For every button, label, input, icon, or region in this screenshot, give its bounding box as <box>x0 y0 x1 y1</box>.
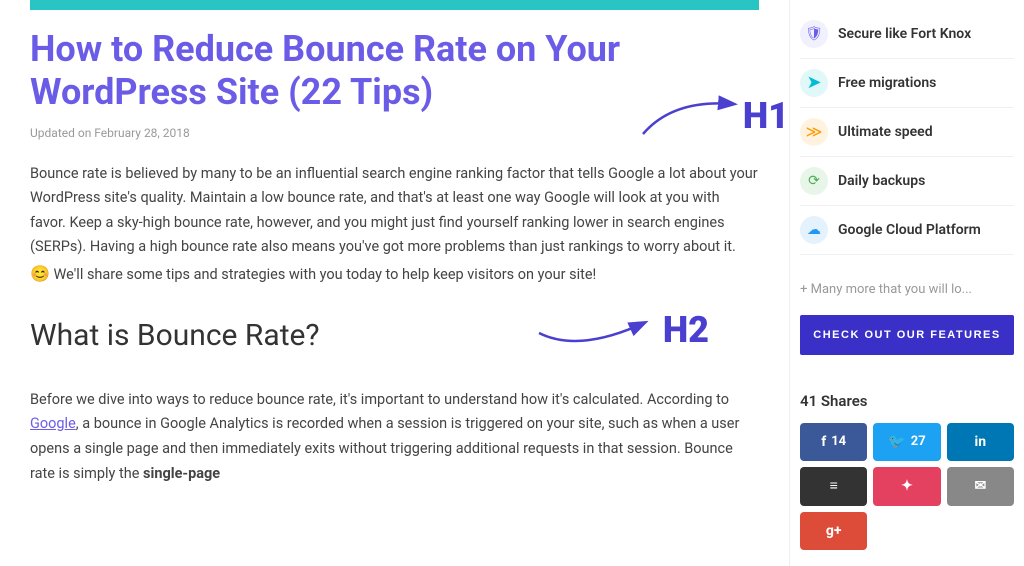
twitter-icon: 🐦 <box>888 431 905 453</box>
cta-button[interactable]: CHECK OUT OUR FEATURES <box>800 315 1014 355</box>
feature-list: 🛡 Secure like Fort Knox ➤ Free migration… <box>800 0 1014 270</box>
feature-item-migrations: ➤ Free migrations <box>800 59 1014 108</box>
speed-icon: ≫ <box>800 118 828 146</box>
feature-item-backups: ⟳ Daily backups <box>800 157 1014 206</box>
social-grid: f 14 🐦 27 in ≡ ✦ ✉ <box>800 423 1014 550</box>
main-content: How to Reduce Bounce Rate on Your WordPr… <box>0 0 789 566</box>
facebook-count: 14 <box>831 432 846 453</box>
stumble-icon: ✦ <box>901 475 913 497</box>
buffer-icon: ≡ <box>830 475 838 497</box>
buffer-button[interactable]: ≡ <box>800 467 867 505</box>
article-body-1: Bounce rate is believed by many to be an… <box>30 162 759 288</box>
stumble-button[interactable]: ✦ <box>873 467 940 505</box>
facebook-icon: f <box>821 431 826 453</box>
h2-annotation: H2 <box>529 302 709 360</box>
feature-item-secure: 🛡 Secure like Fort Knox <box>800 10 1014 59</box>
feature-label-migrations: Free migrations <box>838 72 936 94</box>
article-body-2: Before we dive into ways to reduce bounc… <box>30 388 759 487</box>
more-features-text: + Many more that you will lo... <box>800 270 1014 315</box>
feature-label-cloud: Google Cloud Platform <box>838 219 981 241</box>
h2-label: H2 <box>663 302 709 360</box>
h2-arrow-icon <box>529 303 659 358</box>
google-link[interactable]: Google <box>30 415 76 432</box>
sidebar: 🛡 Secure like Fort Knox ➤ Free migration… <box>789 0 1024 566</box>
email-button[interactable]: ✉ <box>947 467 1014 505</box>
feature-label-speed: Ultimate speed <box>838 121 933 143</box>
facebook-button[interactable]: f 14 <box>800 423 867 461</box>
linkedin-icon: in <box>975 431 987 453</box>
email-icon: ✉ <box>974 475 986 497</box>
h1-annotation: H1 <box>633 88 789 146</box>
top-bar-accent <box>30 0 759 10</box>
h1-label: H1 <box>743 88 789 146</box>
shares-section: 41 Shares f 14 🐦 27 in ≡ ✦ <box>800 379 1014 550</box>
feature-item-speed: ≫ Ultimate speed <box>800 108 1014 157</box>
gplus-icon: g+ <box>826 520 842 542</box>
h1-arrow-icon <box>633 89 753 144</box>
gplus-button[interactable]: g+ <box>800 512 867 550</box>
feature-item-cloud: ☁ Google Cloud Platform <box>800 206 1014 255</box>
shares-title: 41 Shares <box>800 389 1014 413</box>
linkedin-button[interactable]: in <box>947 423 1014 461</box>
twitter-count: 27 <box>911 432 926 453</box>
feature-label-secure: Secure like Fort Knox <box>838 23 971 45</box>
feature-label-backups: Daily backups <box>838 170 925 192</box>
cloud-icon: ☁ <box>800 216 828 244</box>
twitter-button[interactable]: 🐦 27 <box>873 423 940 461</box>
migration-icon: ➤ <box>800 69 828 97</box>
shield-icon: 🛡 <box>800 20 828 48</box>
emoji-icon: 😊 <box>30 264 50 283</box>
backup-icon: ⟳ <box>800 167 828 195</box>
h2-section: What is Bounce Rate? H2 <box>30 312 759 374</box>
